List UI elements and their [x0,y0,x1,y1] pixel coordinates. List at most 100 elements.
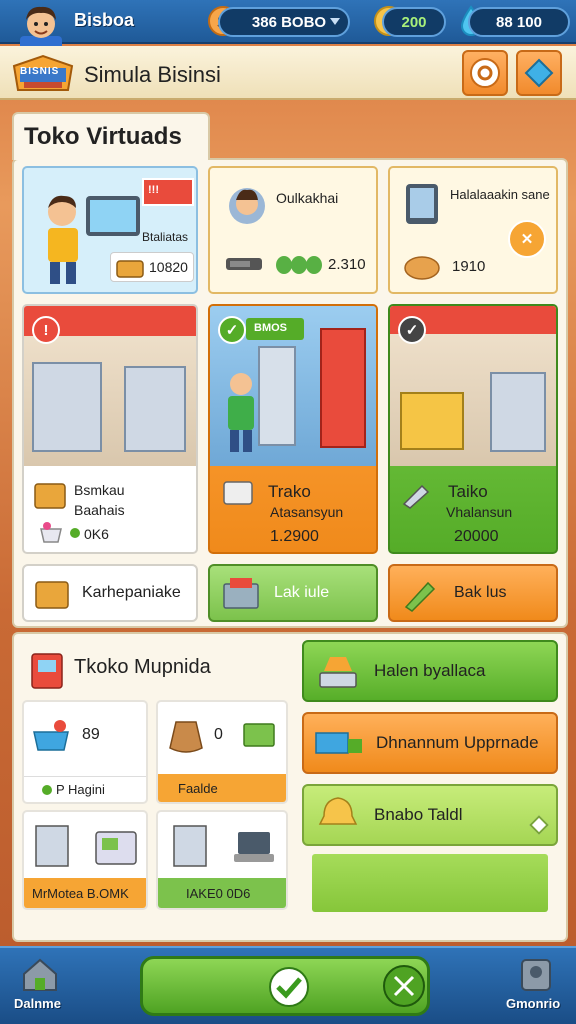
add-stock-button[interactable]: Halen byallaca [302,640,558,702]
tablet-icon [86,196,140,236]
stat-value: 2.310 [328,256,366,273]
customer-avatar-icon [229,188,265,224]
upgrade-button-label: Dhnannum Upprnade [376,733,539,752]
cash-register-icon [116,260,144,278]
coins-counter[interactable]: 386 BOBO [218,7,350,37]
bell-icon [318,797,358,825]
shelf [124,366,186,452]
checkmark-icon: ✓ [398,316,426,344]
sack-icon [169,721,203,753]
counter-tag: Faalde [158,774,286,802]
special-button[interactable]: Bnabo Taldl [302,784,558,846]
shelf-icon [35,825,69,867]
scanner-icon [402,484,430,509]
vending-machine [320,328,366,448]
store-name: Trako [268,482,311,501]
alert-icon: ! [32,316,60,344]
store-name: Taiko [448,482,488,501]
home-icon[interactable] [20,956,60,994]
repair-button[interactable]: Bak lus [388,564,558,622]
product-tag-label: MrMotea B.OMK [32,886,129,901]
counter-value: 0 [214,726,223,743]
special-button-label: Bnabo Taldl [374,805,463,824]
stat-label: Btaliatas [142,230,189,244]
tools-icon[interactable]: ✕ [508,220,546,258]
basket-icon [33,720,69,751]
store-sub: Vhalansun [446,504,513,520]
upgrade-button[interactable]: Dhnannum Upprnade [302,712,558,774]
inventory-button[interactable]: Lak iule [208,564,378,622]
nav-profile-label[interactable]: Gmonrio [506,996,560,1011]
inventory-button-label: Lak iule [274,584,330,601]
upgrade-title: Tkoko Mupnida [74,656,211,678]
shelf-icon [173,825,207,867]
product-tag: MrMotea B.OMK [24,878,146,908]
card-terminal-icon [223,481,253,505]
add-stock-label: Halen byallaca [374,661,486,680]
crate-icon [34,483,66,509]
laptop-icon [234,832,274,862]
confirm-button[interactable] [140,956,430,1016]
shelf [32,362,102,452]
repair-button-label: Bak lus [454,584,507,601]
card-reader-icon [226,258,262,270]
truck-icon [315,732,362,754]
store-sub: Atasansyun [270,504,344,520]
clerk-figure [228,373,254,452]
stat-label: Halalaaakin sane [450,187,550,202]
product-card-2[interactable]: IAKE0 0D6 [156,810,288,910]
shelf [490,372,546,452]
check-icon [42,785,52,795]
counter-card-1[interactable]: 89 P Hagini [22,700,148,804]
store-price: 1.2900 [270,528,319,545]
profile-icon[interactable] [516,956,556,994]
energy-counter[interactable]: 88 100 [468,7,570,37]
gear-icon [470,58,500,88]
stat-card-employees[interactable]: !!! Btaliatas 10820 [22,166,198,294]
progress-area [312,854,548,912]
logo-text: BISNIS [20,66,60,77]
stat-card-profit[interactable]: Oulkakhai 2.310 [208,166,378,294]
build-button[interactable]: Karhepaniake [22,564,198,622]
nav-home-label[interactable]: Dalnme [14,996,61,1011]
app-title: Simula Bisinsi [84,62,221,87]
counter [400,392,464,450]
counter-card-2[interactable]: 0 Faalde [156,700,288,804]
crate-icon [35,581,69,609]
stat-value: 1910 [452,258,486,275]
scale-icon [319,657,357,688]
settings-button[interactable] [462,50,508,96]
store-price: 20000 [454,528,499,545]
energy-value: 88 100 [496,13,542,31]
gems-counter[interactable]: 200 [382,7,446,37]
store-card-2[interactable]: ✓ BMOS Trako Atasansyun 1.2900 [208,304,378,554]
store-card-1[interactable]: ! Bsmkau Baahais 0K6 [22,304,198,554]
store-banner-text: BMOS [254,322,287,334]
basket-icon [40,522,62,543]
counter-value: 89 [82,726,100,743]
bread-icon [404,256,440,280]
counter-tag-label: P Hagini [56,782,105,797]
product-tag: IAKE0 0D6 [158,878,286,908]
store-name: Bsmkau [74,482,125,498]
counter-tag: P Hagini [24,776,146,802]
section-title: Toko Virtuads [12,112,210,160]
checkmark-icon: ✓ [218,316,246,344]
store-card-3[interactable]: ✓ Taiko Vhalansun 20000 [388,304,558,554]
stat-value-box: 10820 [110,252,194,282]
check-icon [70,528,80,538]
stat-label: Oulkakhai [276,190,339,206]
product-card-1[interactable]: MrMotea B.OMK [22,810,148,910]
checkmark-icon [269,967,309,1007]
stat-card-rating[interactable]: Halalaaakin sane 1910 ✕ [388,166,558,294]
diamond-icon [524,58,554,88]
cash-stack-icon [276,256,322,274]
player-avatar[interactable] [14,2,68,50]
shop-button[interactable] [516,50,562,96]
store-banner: BMOS [246,318,304,340]
stat-value: 10820 [149,259,188,275]
price-tablet-icon [406,184,438,224]
gems-value: 200 [401,13,427,31]
coins-value: 386 BOBO [251,13,327,31]
store-sub: Baahais [74,502,125,518]
